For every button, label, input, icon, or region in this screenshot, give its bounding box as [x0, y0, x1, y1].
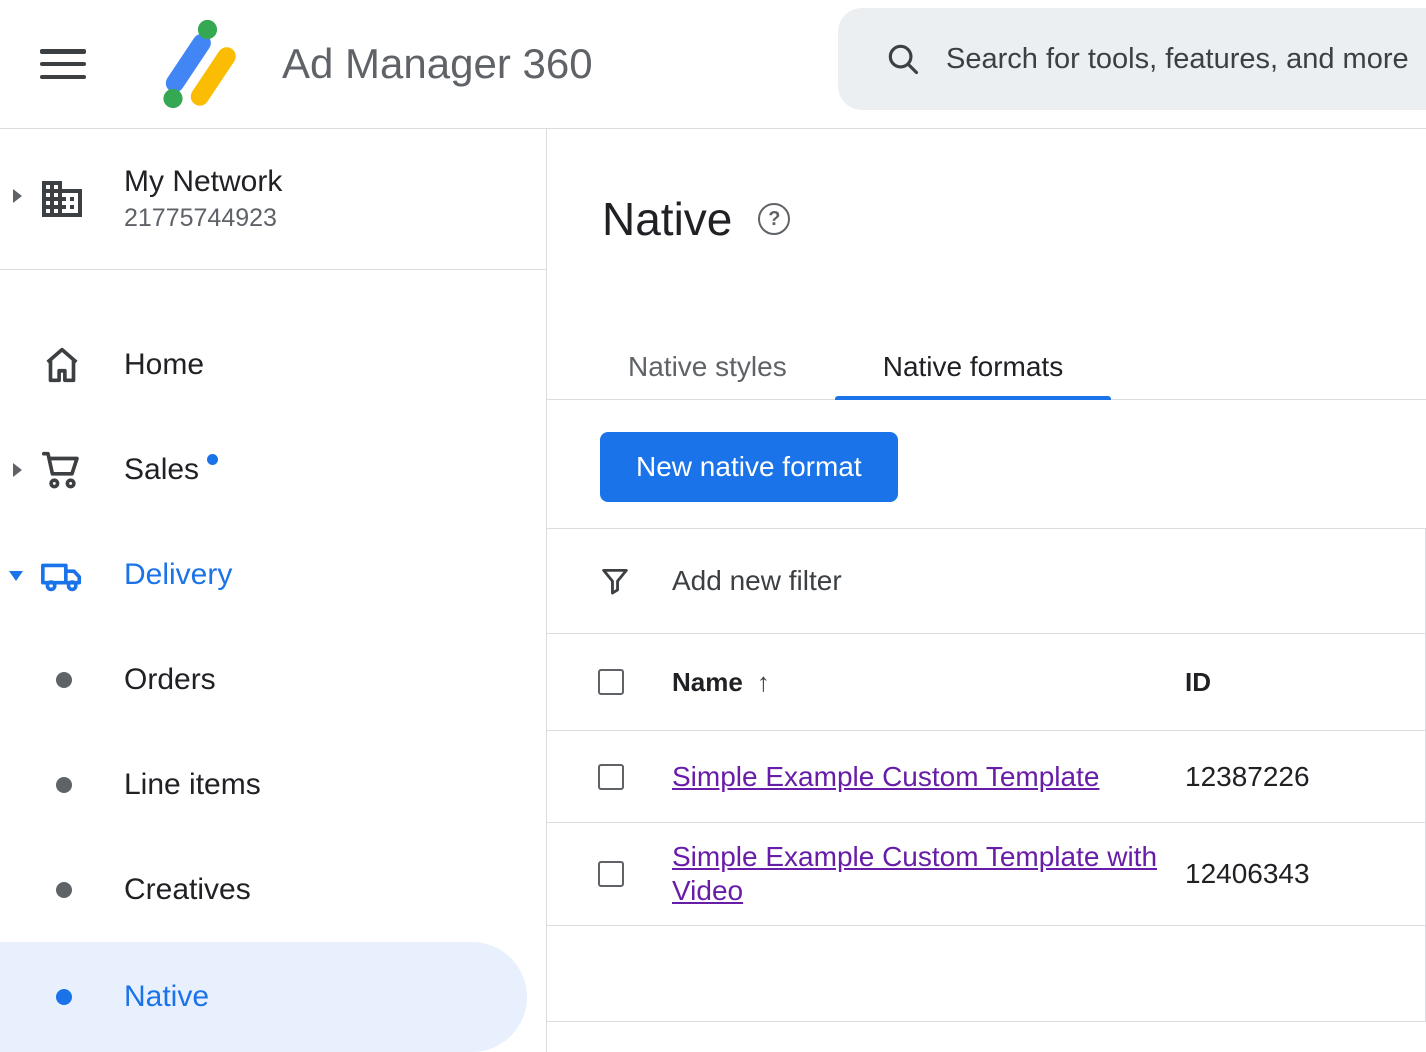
collapse-caret-icon[interactable]: [9, 571, 23, 581]
sidebar-item-label: Creatives: [124, 873, 251, 907]
sidebar-item-label: Line items: [124, 768, 261, 802]
new-native-format-button[interactable]: New native format: [600, 432, 898, 502]
expand-caret-icon[interactable]: [13, 463, 22, 477]
building-icon: [38, 175, 86, 223]
divider: [0, 269, 546, 270]
menu-icon[interactable]: [40, 47, 86, 81]
sidebar-item-sales[interactable]: Sales: [0, 417, 546, 522]
bullet-icon: [56, 777, 72, 793]
cart-icon: [38, 446, 86, 494]
table-header-row: Name ↑ ID: [547, 633, 1425, 730]
native-formats-table: Add new filter Name ↑ ID Simple Example …: [547, 528, 1426, 1022]
network-selector[interactable]: My Network 21775744923: [0, 129, 546, 269]
empty-table-row: [547, 925, 1425, 1022]
sidebar-item-orders[interactable]: Orders: [0, 627, 546, 732]
add-filter-label: Add new filter: [672, 565, 842, 597]
topbar: Ad Manager 360: [0, 0, 1426, 129]
format-id: 12387226: [1185, 761, 1425, 793]
sidebar-item-native-selected[interactable]: Native: [0, 942, 527, 1052]
notification-dot: [207, 454, 218, 465]
sort-ascending-icon: ↑: [757, 667, 770, 698]
sidebar-item-delivery[interactable]: Delivery: [0, 522, 546, 627]
bullet-icon: [56, 882, 72, 898]
column-header-id[interactable]: ID: [1185, 667, 1425, 698]
main-content: Native ? Native styles Native formats Ne…: [547, 129, 1426, 1052]
sidebar-item-label: Orders: [124, 663, 216, 697]
format-id: 12406343: [1185, 858, 1425, 890]
expand-caret-icon[interactable]: [13, 189, 22, 203]
filter-funnel-icon: [598, 564, 632, 598]
column-header-name[interactable]: Name ↑: [672, 667, 1185, 698]
truck-icon: [38, 551, 86, 599]
sidebar-item-creatives[interactable]: Creatives: [0, 837, 546, 942]
bullet-icon: [56, 672, 72, 688]
row-checkbox[interactable]: [598, 764, 624, 790]
add-filter-bar[interactable]: Add new filter: [547, 528, 1425, 633]
app-title: Ad Manager 360: [282, 40, 593, 88]
sidebar-item-line-items[interactable]: Line items: [0, 732, 546, 837]
help-icon[interactable]: ?: [758, 203, 790, 235]
sidebar-item-label: Sales: [124, 453, 199, 487]
sidebar-item-label: Delivery: [124, 558, 232, 592]
format-link[interactable]: Simple Example Custom Template with Vide…: [672, 841, 1157, 906]
row-checkbox[interactable]: [598, 861, 624, 887]
format-link[interactable]: Simple Example Custom Template: [672, 761, 1099, 792]
network-name: My Network: [124, 165, 282, 199]
sidebar-item-label: Home: [124, 348, 204, 382]
tab-native-styles[interactable]: Native styles: [580, 336, 835, 399]
table-row: Simple Example Custom Template with Vide…: [547, 822, 1425, 925]
search-icon: [884, 40, 922, 78]
column-header-name-label: Name: [672, 667, 743, 698]
sidebar-nav: Home Sales: [0, 312, 546, 1052]
network-id: 21775744923: [124, 204, 282, 233]
search-bar[interactable]: [838, 8, 1426, 110]
tab-native-formats[interactable]: Native formats: [835, 336, 1112, 399]
tab-bar: Native styles Native formats: [547, 336, 1426, 400]
sidebar: My Network 21775744923 Home: [0, 129, 547, 1052]
search-input[interactable]: [946, 43, 1426, 76]
sidebar-item-home[interactable]: Home: [0, 312, 546, 417]
page-title: Native: [602, 192, 732, 246]
bullet-icon: [56, 989, 72, 1005]
table-row: Simple Example Custom Template 12387226: [547, 730, 1425, 822]
select-all-checkbox[interactable]: [598, 669, 624, 695]
ad-manager-logo-icon: [150, 18, 242, 110]
sidebar-item-label: Native: [124, 980, 209, 1014]
home-icon: [38, 341, 86, 389]
